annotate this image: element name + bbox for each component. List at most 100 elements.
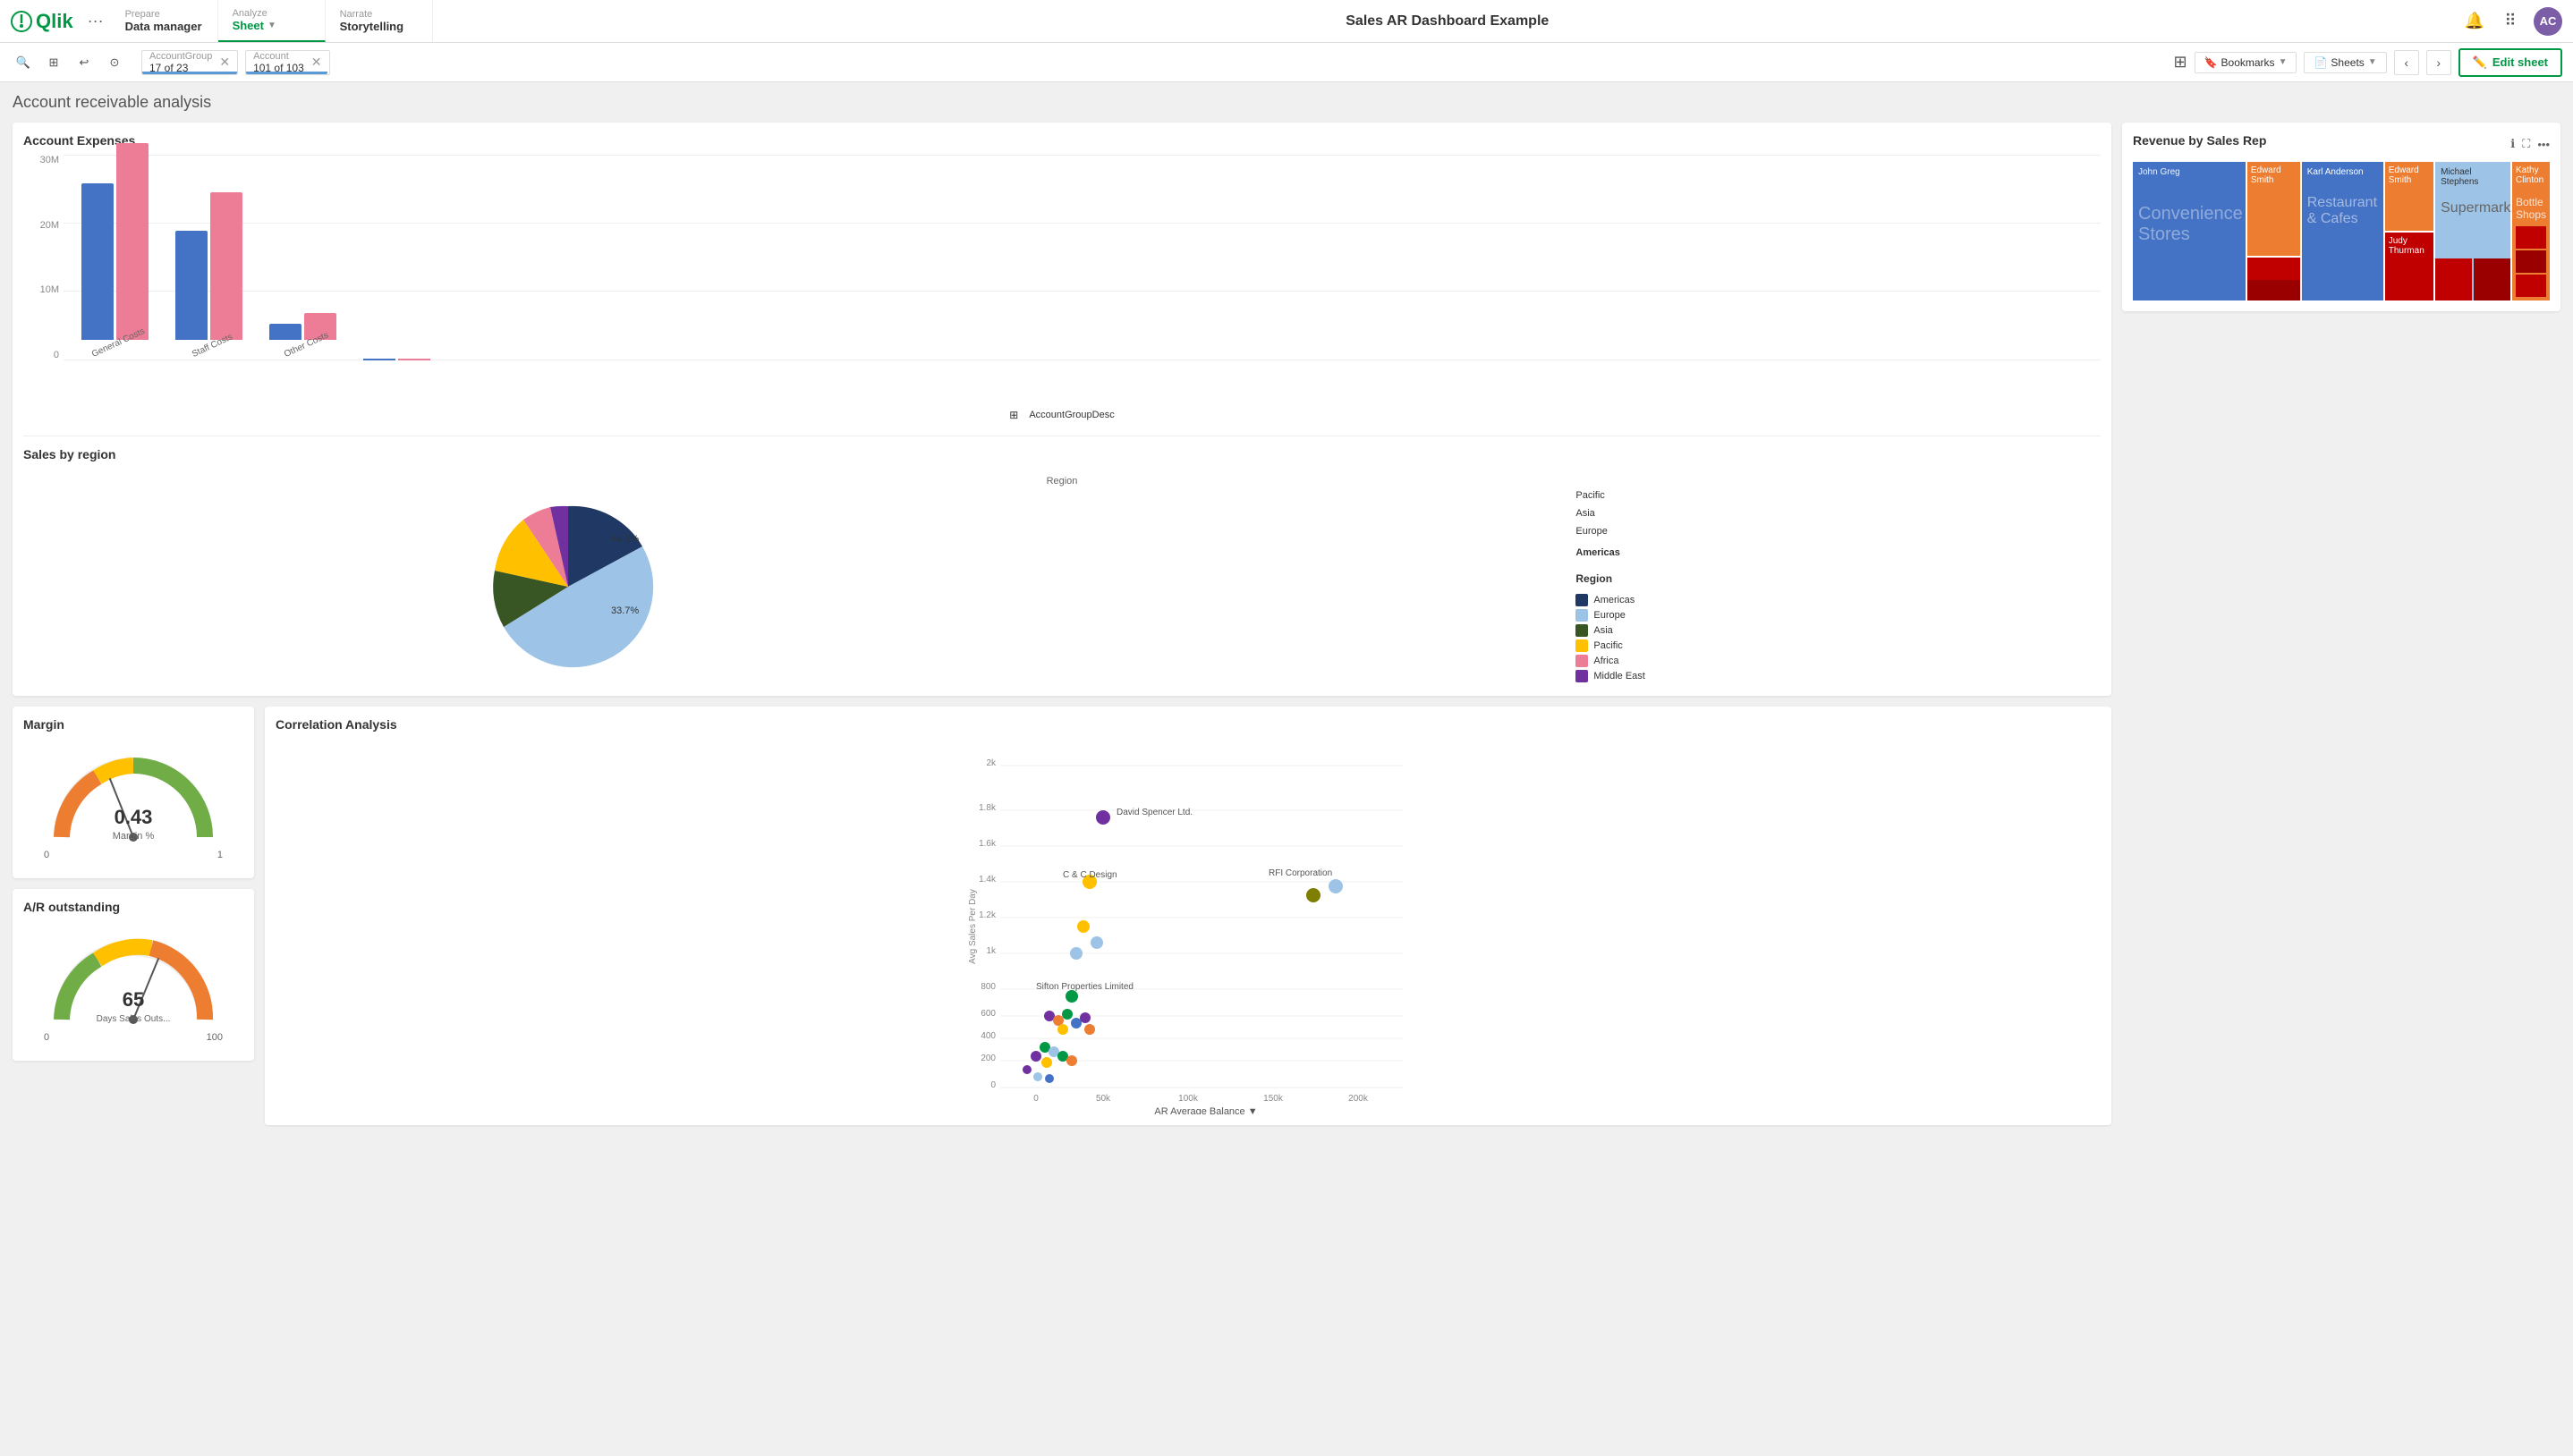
analyze-main: Sheet ▼ <box>233 19 310 32</box>
correlation-svg: Avg Sales Per Day 2k 1.8k 1.6k 1.4k 1.2k… <box>276 739 2101 1114</box>
y-axis-label: Avg Sales Per Day <box>968 889 978 964</box>
correlation-title: Correlation Analysis <box>276 717 2101 732</box>
search-icon[interactable]: 🔍 <box>11 50 36 75</box>
expenses-legend-label: AccountGroupDesc <box>1029 410 1114 420</box>
sheets-dropdown-icon: ▼ <box>2368 57 2377 67</box>
point-mid2 <box>1091 936 1103 949</box>
left-col: Margin 0.43 <box>13 707 254 1125</box>
svg-text:1.6k: 1.6k <box>979 839 997 849</box>
sheets-icon: 📄 <box>2314 56 2327 69</box>
ar-gauge-labels: 0 100 <box>44 1032 223 1043</box>
revenue-card: Revenue by Sales Rep ℹ ⛶ ••• John Greg C… <box>2122 123 2560 311</box>
ar-gauge-svg: 65 Days Sales Outs... <box>44 921 223 1029</box>
svg-text:400: 400 <box>981 1031 996 1041</box>
nav-prepare[interactable]: Prepare Data manager <box>111 0 218 42</box>
filter-close-2[interactable]: ✕ <box>311 55 322 70</box>
app-title: Sales AR Dashboard Example <box>433 13 2462 30</box>
narrate-main: Storytelling <box>340 20 418 33</box>
logo[interactable]: Qlik <box>11 10 73 33</box>
analyze-dropdown-icon: ▼ <box>267 21 276 30</box>
row2: Margin 0.43 <box>13 707 2111 1125</box>
svg-text:50k: 50k <box>1096 1094 1111 1104</box>
filter-account-group[interactable]: AccountGroup 17 of 23 ✕ <box>141 50 238 75</box>
point-c4 <box>1071 1018 1082 1029</box>
legend-color <box>1575 594 1588 606</box>
point-rfi1 <box>1306 888 1320 902</box>
point-c7 <box>1084 1024 1095 1035</box>
revenue-title: Revenue by Sales Rep <box>2133 133 2266 148</box>
select-all-icon[interactable]: ⊞ <box>41 50 66 75</box>
point-l8 <box>1033 1072 1042 1081</box>
top-nav: Qlik ··· Prepare Data manager Analyze Sh… <box>0 0 2573 43</box>
point-l3 <box>1031 1051 1041 1062</box>
prepare-sub: Prepare <box>125 9 203 20</box>
sheets-label: Sheets <box>2331 56 2364 69</box>
nav-actions: 🔔 ⠿ AC <box>2462 7 2562 36</box>
legend-label: Europe <box>1593 610 1625 621</box>
margin-title: Margin <box>23 717 243 732</box>
point-l6 <box>1066 1055 1077 1066</box>
point-david <box>1096 810 1110 825</box>
svg-text:C & C Design: C & C Design <box>1063 870 1117 880</box>
layout-icon[interactable]: ⊞ <box>2173 53 2187 72</box>
clear-icon[interactable]: ⊙ <box>102 50 127 75</box>
svg-text:1k: 1k <box>986 946 997 956</box>
legend-item: Africa <box>1575 655 1644 667</box>
prev-sheet-button[interactable]: ‹ <box>2394 50 2419 75</box>
region-pacific-label: Pacific <box>1575 490 1644 501</box>
expenses-chart: 30M 20M 10M 0 <box>23 155 2101 405</box>
margin-gauge-labels: 0 1 <box>44 850 223 860</box>
svg-text:100k: 100k <box>1178 1094 1199 1104</box>
correlation-chart: Avg Sales Per Day 2k 1.8k 1.6k 1.4k 1.2k… <box>276 739 2101 1114</box>
page-content: Account receivable analysis Revenue by S… <box>0 82 2573 1136</box>
bookmarks-button[interactable]: 🔖 Bookmarks ▼ <box>2195 52 2297 73</box>
pie-label-europe: 33.7% <box>611 605 639 616</box>
avatar[interactable]: AC <box>2534 7 2562 36</box>
filter-account[interactable]: Account 101 of 103 ✕ <box>245 50 329 75</box>
info-icon[interactable]: ℹ <box>2510 137 2515 151</box>
expenses-y-axis: 30M 20M 10M 0 <box>23 155 59 360</box>
svg-text:RFI Corporation: RFI Corporation <box>1269 868 1332 878</box>
filter-close-1[interactable]: ✕ <box>219 55 230 70</box>
svg-text:1.4k: 1.4k <box>979 875 997 885</box>
treemap[interactable]: John Greg Convenience Stores Edward Smit… <box>2133 162 2550 301</box>
region-europe-label: Europe <box>1575 526 1644 537</box>
region-section: Sales by region Region <box>23 436 2101 685</box>
expenses-card: Account Expenses 30M 20M 10M 0 <box>13 123 2111 696</box>
svg-text:800: 800 <box>981 982 996 992</box>
svg-text:2k: 2k <box>986 758 997 768</box>
legend-color <box>1575 639 1588 652</box>
more-menu-button[interactable]: ··· <box>81 12 111 30</box>
legend-icon: ⊞ <box>1009 409 1018 421</box>
next-sheet-button[interactable]: › <box>2426 50 2451 75</box>
sheets-button[interactable]: 📄 Sheets ▼ <box>2304 52 2386 73</box>
ar-title: A/R outstanding <box>23 900 243 914</box>
correlation-card: Correlation Analysis Avg Sales Per Day 2… <box>265 707 2111 1125</box>
notification-icon[interactable]: 🔔 <box>2462 9 2487 34</box>
bar-group-general: General Costs <box>81 143 149 360</box>
ar-card: A/R outstanding 65 Days Sa <box>13 889 254 1061</box>
nav-analyze[interactable]: Analyze Sheet ▼ <box>218 0 326 42</box>
point-l7 <box>1023 1065 1032 1074</box>
pie-svg: 44.5% 33.7% <box>479 497 658 676</box>
more-options-icon[interactable]: ••• <box>2537 138 2550 151</box>
filter-bar-2 <box>246 72 327 74</box>
point-c3 <box>1062 1009 1073 1020</box>
region-chart-label: Region <box>23 476 2101 487</box>
filter-right-actions: ⊞ 🔖 Bookmarks ▼ 📄 Sheets ▼ ‹ › ✏️ Edit s… <box>2173 48 2562 77</box>
ar-max: 100 <box>207 1032 223 1043</box>
back-icon[interactable]: ↩ <box>72 50 97 75</box>
edit-sheet-button[interactable]: ✏️ Edit sheet <box>2458 48 2562 77</box>
region-asia-label: Asia <box>1575 508 1644 519</box>
fullscreen-icon[interactable]: ⛶ <box>2522 137 2530 151</box>
nav-narrate[interactable]: Narrate Storytelling <box>326 0 433 42</box>
filter-icon-group: 🔍 ⊞ ↩ ⊙ <box>11 50 127 75</box>
treemap-cell-3: Karl Anderson Restaurant & Cafes <box>2302 162 2383 301</box>
grid-apps-icon[interactable]: ⠿ <box>2498 9 2523 34</box>
bookmark-icon: 🔖 <box>2204 56 2218 69</box>
analyze-sub: Analyze <box>233 8 310 19</box>
filter-bar: 🔍 ⊞ ↩ ⊙ AccountGroup 17 of 23 ✕ Account … <box>0 43 2573 82</box>
treemap-cell-1: John Greg Convenience Stores <box>2133 162 2246 301</box>
region-legend: AmericasEuropeAsiaPacificAfricaMiddle Ea… <box>1575 594 1644 685</box>
svg-text:David Spencer Ltd.: David Spencer Ltd. <box>1117 808 1193 817</box>
